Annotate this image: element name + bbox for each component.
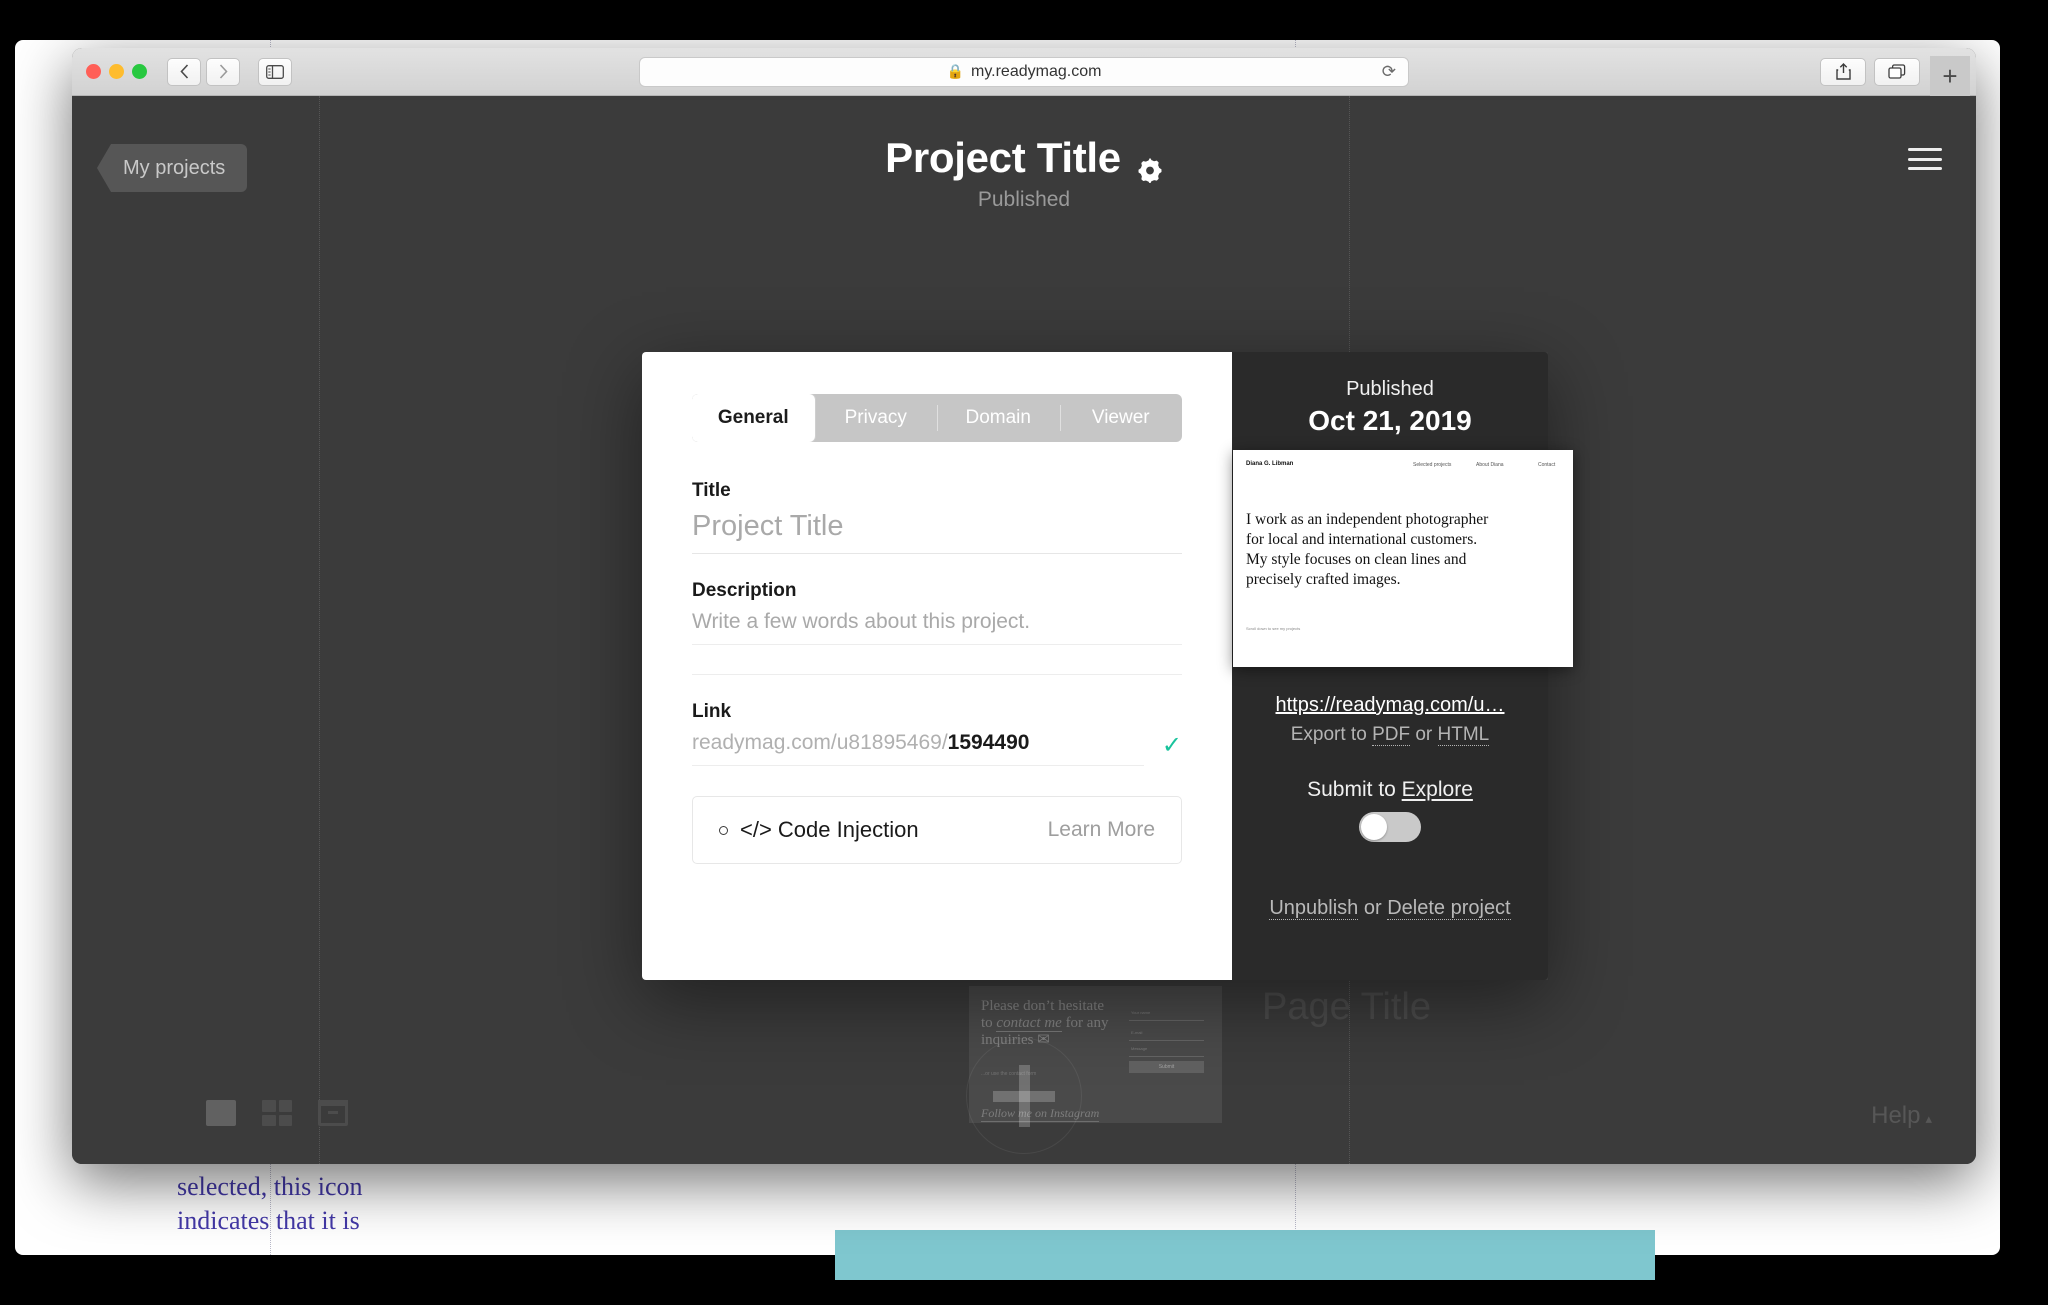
address-bar-text: my.readymag.com bbox=[971, 62, 1102, 80]
grid-view-icon[interactable] bbox=[262, 1100, 292, 1126]
back-button[interactable] bbox=[167, 57, 201, 86]
submit-to-explore-row: Submit to Explore bbox=[1232, 778, 1548, 802]
link-label: Link bbox=[692, 701, 732, 722]
browser-toolbar: 🔒 my.readymag.com ⟳ + bbox=[72, 48, 1976, 96]
hamburger-menu-icon[interactable] bbox=[1908, 148, 1942, 170]
link-input[interactable]: readymag.com/u81895469/1594490 bbox=[692, 731, 1144, 766]
ghost-page-title: Page Title bbox=[1262, 986, 1431, 1028]
gear-icon[interactable] bbox=[1137, 145, 1163, 184]
project-url-link[interactable]: https://readymag.com/u… bbox=[1232, 694, 1548, 717]
description-field-group: Description Write a few words about this… bbox=[692, 580, 1182, 675]
canvas-guide-left bbox=[319, 96, 320, 1164]
learn-more-link[interactable]: Learn More bbox=[1048, 818, 1155, 842]
lock-icon: 🔒 bbox=[946, 63, 965, 79]
tab-general[interactable]: General bbox=[692, 394, 815, 442]
project-settings-modal: General Privacy Domain Viewer Title Proj… bbox=[642, 352, 1573, 980]
window-controls[interactable] bbox=[86, 64, 147, 79]
description-input-line2[interactable] bbox=[692, 645, 1182, 675]
description-input[interactable]: Write a few words about this project. bbox=[692, 610, 1182, 645]
zoom-window-button[interactable] bbox=[132, 64, 147, 79]
screen: selected, this icon indicates that it is bbox=[0, 0, 2048, 1305]
preview-nav-contact: Contact bbox=[1538, 462, 1556, 468]
or-label: or bbox=[1358, 897, 1388, 919]
modal-right-pane: Published Oct 21, 2019 Diana G. Libman S… bbox=[1232, 352, 1573, 980]
explore-link[interactable]: Explore bbox=[1402, 778, 1473, 801]
show-sidebar-button[interactable] bbox=[258, 57, 292, 86]
view-mode-toolbar bbox=[206, 1100, 348, 1126]
link-base-text: readymag.com/u81895469/ bbox=[692, 731, 948, 754]
add-page-button[interactable] bbox=[966, 1038, 1082, 1154]
submit-prefix: Submit to bbox=[1307, 778, 1402, 801]
modal-left-pane: General Privacy Domain Viewer Title Proj… bbox=[642, 352, 1232, 980]
single-view-icon[interactable] bbox=[206, 1100, 236, 1126]
code-injection-left: </> Code Injection bbox=[719, 817, 919, 843]
browser-window: 🔒 my.readymag.com ⟳ + My projects Projec… bbox=[72, 48, 1976, 1164]
tabs-overview-button[interactable] bbox=[1874, 57, 1920, 86]
chevron-right-icon bbox=[219, 64, 228, 79]
close-window-button[interactable] bbox=[86, 64, 101, 79]
link-slug-text: 1594490 bbox=[947, 731, 1030, 754]
unpublish-link[interactable]: Unpublish bbox=[1269, 897, 1359, 920]
chevron-left-icon bbox=[179, 64, 188, 79]
status-badge: Published bbox=[977, 188, 1071, 211]
preview-nav-selected-projects: Selected projects bbox=[1413, 462, 1452, 468]
export-middle: or bbox=[1410, 724, 1438, 745]
link-field-group: Link readymag.com/u81895469/1594490 ✓ bbox=[692, 701, 1182, 766]
preview-nav-about: About Diana bbox=[1476, 462, 1504, 468]
tabs-overview-icon bbox=[1888, 63, 1906, 79]
thumbnail-submit-button: Submit bbox=[1129, 1061, 1204, 1073]
preview-brand: Diana G. Libman bbox=[1246, 461, 1294, 467]
address-bar[interactable]: 🔒 my.readymag.com ⟳ bbox=[639, 56, 1409, 87]
danger-actions-row: Unpublish or Delete project bbox=[1232, 897, 1548, 920]
description-label: Description bbox=[692, 580, 797, 601]
preview-footer-text: Scroll down to see my projects bbox=[1246, 626, 1301, 631]
sidebar-icon bbox=[266, 64, 284, 79]
help-button[interactable]: Help ▴ bbox=[1871, 1102, 1932, 1130]
caret-up-icon: ▴ bbox=[1925, 1111, 1932, 1126]
circle-off-icon bbox=[719, 825, 728, 835]
delete-project-link[interactable]: Delete project bbox=[1387, 897, 1511, 920]
app-canvas: My projects Project Title Published Plea… bbox=[72, 96, 1976, 1164]
reload-button[interactable]: ⟳ bbox=[1382, 62, 1396, 82]
export-row: Export to PDF or HTML bbox=[1232, 724, 1548, 746]
project-preview-card[interactable]: Diana G. Libman Selected projects About … bbox=[1233, 450, 1573, 667]
thumbnail-headline-emphasis: contact me bbox=[996, 1015, 1062, 1032]
project-header: Project Title Published bbox=[72, 134, 1976, 212]
title-label: Title bbox=[692, 480, 731, 501]
title-input[interactable]: Project Title bbox=[692, 510, 1182, 554]
minimize-window-button[interactable] bbox=[109, 64, 124, 79]
thumbnail-message-field: Message bbox=[1129, 1046, 1204, 1057]
published-date: Oct 21, 2019 bbox=[1308, 405, 1472, 436]
page-title: Project Title bbox=[885, 134, 1163, 184]
tab-viewer[interactable]: Viewer bbox=[1059, 394, 1183, 442]
thumbnail-name-field: Your name bbox=[1129, 1010, 1204, 1021]
submit-to-explore-toggle[interactable] bbox=[1359, 812, 1421, 842]
share-icon bbox=[1835, 63, 1851, 80]
share-button[interactable] bbox=[1820, 57, 1866, 86]
tab-domain[interactable]: Domain bbox=[937, 394, 1060, 442]
new-tab-button[interactable]: + bbox=[1930, 56, 1970, 96]
export-pdf-link[interactable]: PDF bbox=[1372, 724, 1411, 746]
export-prefix: Export to bbox=[1290, 724, 1373, 745]
check-icon: ✓ bbox=[1161, 732, 1182, 759]
background-doc-text: selected, this icon indicates that it is bbox=[177, 1172, 363, 1235]
forward-button[interactable] bbox=[206, 57, 240, 86]
code-injection-label: </> Code Injection bbox=[740, 817, 919, 842]
project-title-text: Project Title bbox=[885, 134, 1121, 181]
thumbnail-email-field: E-mail bbox=[1129, 1030, 1204, 1041]
tab-privacy[interactable]: Privacy bbox=[815, 394, 938, 442]
background-doc-teal-band bbox=[835, 1230, 1655, 1280]
archive-icon[interactable] bbox=[318, 1100, 348, 1126]
modal-tabs: General Privacy Domain Viewer bbox=[692, 394, 1182, 442]
help-label: Help bbox=[1871, 1102, 1921, 1129]
preview-body-text: I work as an independent photographer fo… bbox=[1246, 511, 1489, 588]
code-injection-row[interactable]: </> Code Injection Learn More bbox=[692, 796, 1182, 864]
toggle-knob bbox=[1361, 814, 1387, 840]
title-field-group: Title Project Title bbox=[692, 480, 1182, 554]
export-html-link[interactable]: HTML bbox=[1437, 724, 1490, 746]
published-label: Published bbox=[1346, 378, 1434, 400]
